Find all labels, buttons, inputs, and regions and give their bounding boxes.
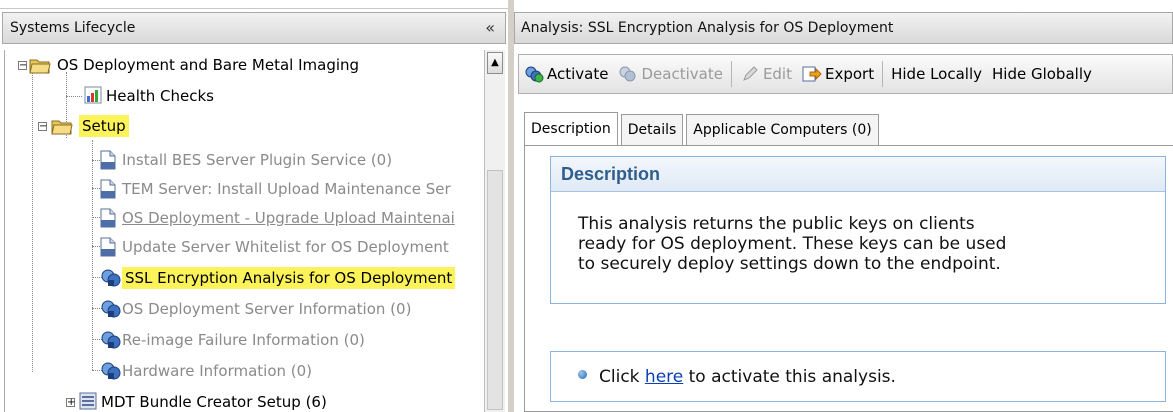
analysis-title: Analysis: SSL Encryption Analysis for OS… (521, 20, 894, 36)
tree-item-upgrade-upload[interactable]: OS Deployment - Upgrade Upload Maintenai (100, 204, 455, 232)
toolbar: Activate Deactivate Edit Export Hide Loc… (518, 54, 1173, 94)
tree-node-label: Health Checks (106, 87, 214, 105)
analysis-icon (100, 268, 121, 288)
tree-scrollbar[interactable]: ▲ (484, 50, 505, 412)
activate-here-link[interactable]: here (645, 367, 683, 387)
activate-note-prefix: Click (599, 367, 645, 387)
tree-node-os-deployment[interactable]: OS Deployment and Bare Metal Imaging (29, 51, 359, 79)
toolbar-separator (730, 61, 732, 87)
bullet-icon (578, 370, 587, 379)
left-pane: Systems Lifecycle « − OS Deployment and … (0, 0, 508, 412)
edit-label: Edit (762, 65, 792, 83)
tree-node-health-checks[interactable]: Health Checks (84, 82, 214, 110)
expand-mdt-toggle[interactable]: + (66, 398, 75, 408)
tree-item-ssl-encryption[interactable]: SSL Encryption Analysis for OS Deploymen… (100, 264, 456, 292)
right-panel-header: Analysis: SSL Encryption Analysis for OS… (514, 12, 1173, 44)
bundle-icon (79, 392, 97, 412)
toolbar-separator (882, 61, 884, 87)
description-box: Description This analysis returns the pu… (550, 156, 1166, 304)
tree-node-label: OS Deployment - Upgrade Upload Maintenai (122, 209, 455, 227)
hide-locally-button[interactable]: Hide Locally (886, 58, 987, 90)
top-strip (0, 0, 508, 9)
analysis-icon (100, 299, 121, 319)
collapse-panel-button[interactable]: « (485, 18, 495, 37)
left-panel-header: Systems Lifecycle « (2, 12, 506, 44)
tab-applicable-computers[interactable]: Applicable Computers (0) (686, 114, 879, 145)
tab-content: Description This analysis returns the pu… (524, 145, 1173, 412)
collapse-setup-toggle[interactable]: − (38, 122, 47, 132)
tree-node-label: Update Server Whitelist for OS Deploymen… (122, 238, 449, 256)
export-button[interactable]: Export (797, 58, 879, 90)
deactivate-button[interactable]: Deactivate (613, 58, 727, 90)
activate-label: Activate (547, 65, 609, 83)
document-icon (100, 150, 116, 170)
analysis-icon (100, 361, 121, 381)
description-line: ready for OS deployment. These keys can … (578, 234, 1007, 254)
activate-note-suffix: to activate this analysis. (683, 367, 896, 387)
tree-item-install-bes[interactable]: Install BES Server Plugin Service (0) (100, 146, 392, 174)
activate-note-text: Click here to activate this analysis. (599, 367, 896, 387)
document-icon (100, 237, 116, 257)
hide-globally-button[interactable]: Hide Globally (987, 58, 1097, 90)
activate-note-box: Click here to activate this analysis. (550, 351, 1166, 402)
tree-node-setup[interactable]: Setup (51, 112, 129, 140)
activate-icon (524, 65, 544, 83)
tree-node-label: SSL Encryption Analysis for OS Deploymen… (122, 267, 456, 289)
collapse-root-toggle[interactable]: − (18, 61, 27, 71)
tab-details[interactable]: Details (620, 114, 684, 145)
tree-item-hardware-information[interactable]: Hardware Information (0) (100, 357, 312, 385)
tree-node-label: TEM Server: Install Upload Maintenance S… (122, 180, 451, 198)
tree-node-label: Hardware Information (0) (122, 362, 313, 380)
tree-node-label: OS Deployment and Bare Metal Imaging (57, 56, 360, 74)
deactivate-label: Deactivate (641, 65, 723, 83)
tree-item-reimage-failure[interactable]: Re-image Failure Information (0) (100, 326, 365, 354)
hide-globally-label: Hide Globally (992, 65, 1092, 83)
description-body: This analysis returns the public keys on… (551, 192, 1165, 274)
description-heading: Description (551, 157, 1165, 192)
folder-open-icon (51, 118, 73, 135)
tab-description[interactable]: Description (524, 112, 618, 146)
export-icon (802, 65, 822, 83)
description-line: to securely deploy settings down to the … (578, 254, 1001, 274)
tree-node-mdt-bundle[interactable]: MDT Bundle Creator Setup (6) (79, 388, 327, 412)
tree-node-label: Re-image Failure Information (0) (122, 331, 365, 349)
navigation-tree: − OS Deployment and Bare Metal Imaging H… (4, 50, 485, 412)
tree-item-server-information[interactable]: OS Deployment Server Information (0) (100, 295, 411, 323)
deactivate-icon (618, 65, 638, 83)
scroll-up-arrow-icon[interactable]: ▲ (487, 52, 503, 74)
edit-button[interactable]: Edit (735, 58, 797, 90)
tree-node-label: MDT Bundle Creator Setup (6) (101, 393, 327, 411)
left-panel-title: Systems Lifecycle (10, 20, 136, 36)
export-label: Export (825, 65, 875, 83)
tree-item-tem-server[interactable]: TEM Server: Install Upload Maintenance S… (100, 175, 451, 203)
folder-open-icon (29, 57, 51, 74)
document-icon (100, 179, 116, 199)
scroll-thumb[interactable] (487, 170, 503, 410)
tree-item-update-whitelist[interactable]: Update Server Whitelist for OS Deploymen… (100, 233, 449, 261)
activate-button[interactable]: Activate (519, 58, 613, 90)
tree-node-label: OS Deployment Server Information (0) (122, 300, 412, 318)
tree-node-label: Install BES Server Plugin Service (0) (122, 151, 393, 169)
tab-strip: Description Details Applicable Computers… (524, 111, 882, 146)
document-icon (100, 208, 116, 228)
pencil-icon (740, 65, 760, 83)
analysis-icon (100, 330, 121, 350)
right-pane: Analysis: SSL Encryption Analysis for OS… (514, 0, 1173, 412)
description-line: This analysis returns the public keys on… (578, 214, 975, 234)
health-chart-icon (84, 86, 102, 106)
hide-locally-label: Hide Locally (891, 65, 982, 83)
tree-node-label: Setup (79, 115, 129, 137)
